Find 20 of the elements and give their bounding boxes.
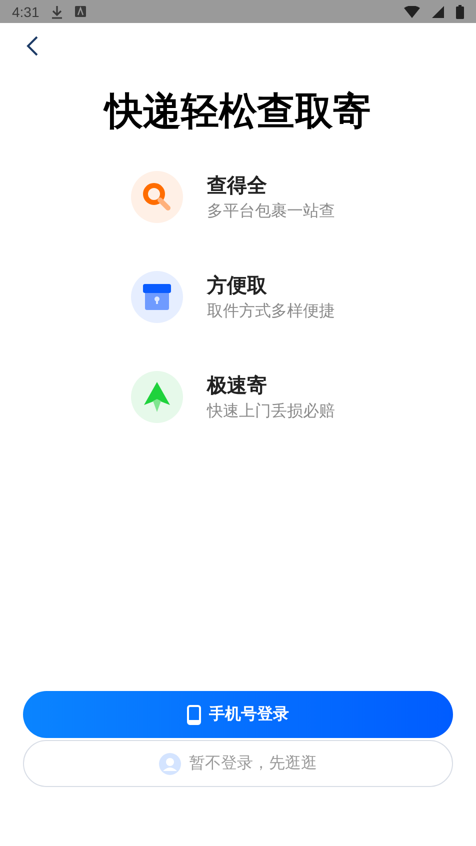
magnifier-icon <box>142 182 172 212</box>
feature-subtitle: 快速上门丢损必赔 <box>207 401 335 422</box>
battery-icon <box>456 4 464 18</box>
wifi-icon <box>404 6 420 18</box>
status-time: 4:31 <box>12 4 40 20</box>
page-title: 快递轻松查取寄 <box>102 88 372 135</box>
arrow-up-icon <box>143 381 171 413</box>
download-icon <box>51 4 64 18</box>
phone-login-button[interactable]: 手机号登录 <box>23 691 453 738</box>
signal-icon <box>432 6 444 18</box>
feature-subtitle: 多平台包裹一站查 <box>207 201 335 222</box>
notification-icon <box>75 6 86 17</box>
guest-button[interactable]: 暂不登录，先逛逛 <box>23 740 453 787</box>
user-icon <box>159 752 181 774</box>
feature-subtitle: 取件方式多样便捷 <box>207 301 335 322</box>
feature-title: 查得全 <box>207 172 268 199</box>
phone-icon <box>187 704 201 724</box>
feature-title: 方便取 <box>207 272 268 299</box>
box-icon <box>142 283 172 311</box>
feature-title: 极速寄 <box>207 372 268 399</box>
